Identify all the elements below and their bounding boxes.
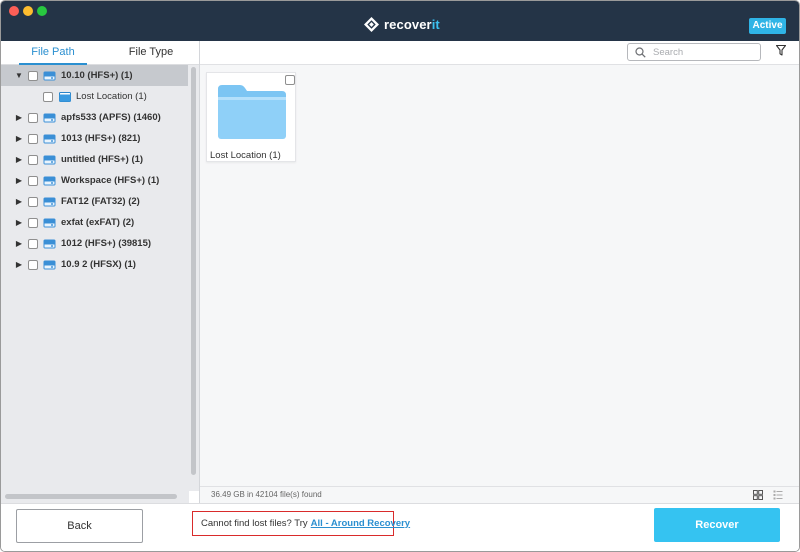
- tree-item-label: exfat (exFAT) (2): [61, 217, 135, 228]
- drive-icon: [43, 239, 56, 248]
- sidebar: File Path File Type ▼ 10.10 (HFS+) (1) L…: [1, 41, 200, 503]
- sidebar-vertical-scrollbar[interactable]: [191, 67, 196, 475]
- folder-icon: [59, 91, 71, 102]
- tree-item-label: 1012 (HFS+) (39815): [61, 238, 152, 249]
- drive-icon: [43, 113, 56, 122]
- chevron-right-icon[interactable]: ▶: [15, 197, 23, 206]
- browser-toolbar: [200, 41, 799, 65]
- search-icon: [635, 47, 646, 58]
- tree-item-drive[interactable]: ▼ 10.10 (HFS+) (1): [1, 65, 188, 86]
- tree-item-checkbox[interactable]: [28, 175, 38, 186]
- tree-item-checkbox[interactable]: [43, 91, 53, 102]
- drive-icon: [43, 218, 56, 227]
- tab-file-type[interactable]: File Type: [119, 41, 183, 65]
- action-footer: Back Cannot find lost files? Try All - A…: [1, 503, 799, 551]
- chevron-right-icon[interactable]: ▶: [15, 260, 23, 269]
- tree-item-drive[interactable]: ▶ Workspace (HFS+) (1): [1, 170, 188, 191]
- tree-item-checkbox[interactable]: [28, 217, 38, 228]
- tree-item-checkbox[interactable]: [28, 112, 38, 123]
- recovery-hint: Cannot find lost files? Try All - Around…: [192, 511, 410, 536]
- tab-file-path[interactable]: File Path: [19, 41, 87, 65]
- tree-item-checkbox[interactable]: [28, 70, 38, 81]
- tree-item-label: apfs533 (APFS) (1460): [61, 112, 161, 123]
- tree-item-drive[interactable]: ▶ 10.9 2 (HFSX) (1): [1, 254, 188, 275]
- window-close-button[interactable]: [9, 6, 19, 16]
- chevron-right-icon[interactable]: ▶: [15, 218, 23, 227]
- tree-item-checkbox[interactable]: [28, 259, 38, 270]
- tree-item-label: Lost Location (1): [76, 91, 147, 102]
- recovery-hint-text: Cannot find lost files? Try: [201, 518, 308, 529]
- chevron-right-icon[interactable]: ▶: [15, 134, 23, 143]
- file-card-lost-location[interactable]: Lost Location (1): [206, 72, 296, 162]
- drive-icon: [43, 197, 56, 206]
- chevron-right-icon[interactable]: ▶: [15, 113, 23, 122]
- chevron-down-icon[interactable]: ▼: [15, 71, 23, 80]
- tree-item-checkbox[interactable]: [28, 133, 38, 144]
- tree-item-drive[interactable]: ▶ untitled (HFS+) (1): [1, 149, 188, 170]
- tree-item-label: FAT12 (FAT32) (2): [61, 196, 140, 207]
- tree-item-folder[interactable]: Lost Location (1): [1, 86, 188, 107]
- tree-item-drive[interactable]: ▶ FAT12 (FAT32) (2): [1, 191, 188, 212]
- drive-icon: [43, 134, 56, 143]
- tree-item-label: Workspace (HFS+) (1): [61, 175, 160, 186]
- tree-item-label: 1013 (HFS+) (821): [61, 133, 141, 144]
- tree-item-checkbox[interactable]: [28, 238, 38, 249]
- recover-button[interactable]: Recover: [654, 508, 780, 542]
- search-input[interactable]: [653, 45, 757, 59]
- sidebar-horizontal-scrollbar[interactable]: [5, 494, 177, 499]
- search-box[interactable]: [627, 43, 761, 61]
- recoverit-logo-icon: [364, 16, 379, 32]
- status-bar: 36.49 GB in 42104 file(s) found: [200, 486, 799, 503]
- scroll-corner: [189, 491, 199, 503]
- window-minimize-button[interactable]: [23, 6, 33, 16]
- scan-result-summary: 36.49 GB in 42104 file(s) found: [211, 490, 322, 499]
- tree-item-checkbox[interactable]: [28, 196, 38, 207]
- title-bar: recoverit Active: [1, 1, 799, 41]
- tree-item-label: 10.9 2 (HFSX) (1): [61, 259, 136, 270]
- file-browser: Lost Location (1) 36.49 GB in 42104 file…: [200, 41, 799, 503]
- chevron-right-icon[interactable]: ▶: [15, 155, 23, 164]
- tree-item-drive[interactable]: ▶ 1013 (HFS+) (821): [1, 128, 188, 149]
- sidebar-tabs: File Path File Type: [1, 41, 199, 65]
- file-card-label: Lost Location (1): [210, 150, 281, 161]
- tree-item-drive[interactable]: ▶ exfat (exFAT) (2): [1, 212, 188, 233]
- drive-icon: [43, 155, 56, 164]
- folder-icon: [218, 85, 286, 139]
- drive-icon: [43, 71, 56, 80]
- app-title: recoverit: [384, 16, 440, 32]
- list-view-icon[interactable]: [773, 490, 783, 500]
- drive-icon: [43, 176, 56, 185]
- chevron-right-icon[interactable]: ▶: [15, 239, 23, 248]
- tree-item-drive[interactable]: ▶ 1012 (HFS+) (39815): [1, 233, 188, 254]
- app-window: recoverit Active File Path File Type ▼ 1…: [0, 0, 800, 552]
- app-brand: recoverit: [364, 15, 440, 33]
- window-maximize-button[interactable]: [37, 6, 47, 16]
- all-around-recovery-link[interactable]: All - Around Recovery: [311, 518, 410, 529]
- back-button[interactable]: Back: [16, 509, 143, 543]
- grid-view-icon[interactable]: [753, 490, 763, 500]
- filter-icon[interactable]: [776, 45, 786, 56]
- tree-item-label: untitled (HFS+) (1): [61, 154, 144, 165]
- drive-icon: [43, 260, 56, 269]
- tree-item-checkbox[interactable]: [28, 154, 38, 165]
- activation-status-badge[interactable]: Active: [749, 18, 786, 34]
- chevron-right-icon[interactable]: ▶: [15, 176, 23, 185]
- tree-item-label: 10.10 (HFS+) (1): [61, 70, 133, 81]
- tree-item-drive[interactable]: ▶ apfs533 (APFS) (1460): [1, 107, 188, 128]
